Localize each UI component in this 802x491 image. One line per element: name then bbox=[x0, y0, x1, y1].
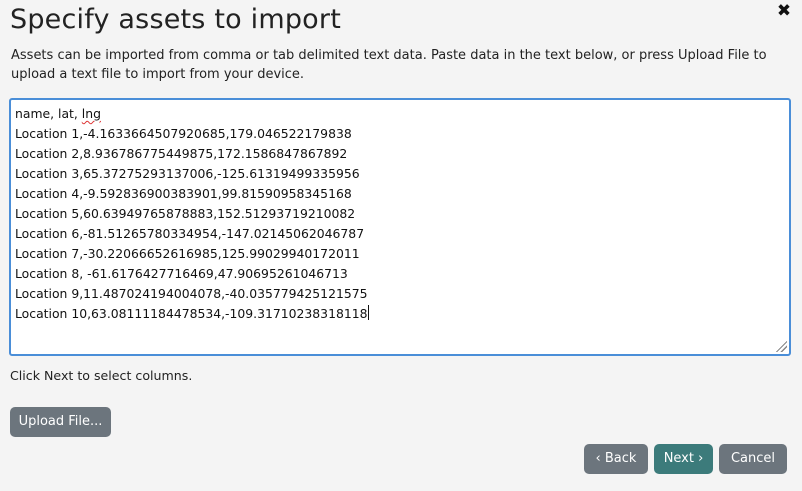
header-line: name, lat, lng bbox=[15, 104, 785, 124]
next-hint: Click Next to select columns. bbox=[10, 368, 193, 383]
data-line: Location 7,-30.22066652616985,125.990299… bbox=[15, 246, 360, 261]
back-button[interactable]: ‹ Back bbox=[584, 444, 648, 474]
data-line: Location 9,11.487024194004078,-40.035779… bbox=[15, 286, 368, 301]
header-prefix: name, lat, bbox=[15, 106, 82, 121]
upload-file-button[interactable]: Upload File... bbox=[10, 407, 111, 437]
import-assets-dialog: Specify assets to import ✖ Assets can be… bbox=[0, 0, 802, 491]
import-data-textarea[interactable]: name, lat, lng Location 1,-4.16336645079… bbox=[9, 98, 791, 356]
data-line: Location 2,8.936786775449875,172.1586847… bbox=[15, 146, 348, 161]
spellcheck-word: lng bbox=[81, 106, 101, 121]
cancel-button[interactable]: Cancel bbox=[719, 444, 787, 474]
data-line: Location 8, -61.6176427716469,47.9069526… bbox=[15, 266, 348, 281]
data-line: Location 3,65.37275293137006,-125.613194… bbox=[15, 166, 360, 181]
data-line: Location 6,-81.51265780334954,-147.02145… bbox=[15, 226, 365, 241]
dialog-title: Specify assets to import bbox=[10, 4, 341, 35]
data-line: Location 1,-4.1633664507920685,179.04652… bbox=[15, 126, 352, 141]
data-line-text: Location 10,63.08111184478534,-109.31710… bbox=[15, 306, 368, 321]
text-caret bbox=[367, 305, 369, 320]
close-icon[interactable]: ✖ bbox=[776, 2, 792, 20]
dialog-description: Assets can be imported from comma or tab… bbox=[11, 48, 767, 82]
data-line: Location 4,-9.592836900383901,99.8159095… bbox=[15, 186, 352, 201]
data-line-last: Location 10,63.08111184478534,-109.31710… bbox=[15, 304, 785, 324]
data-line: Location 5,60.63949765878883,152.5129371… bbox=[15, 206, 356, 221]
next-button[interactable]: Next › bbox=[654, 444, 713, 474]
resize-grip-icon[interactable] bbox=[776, 341, 787, 352]
